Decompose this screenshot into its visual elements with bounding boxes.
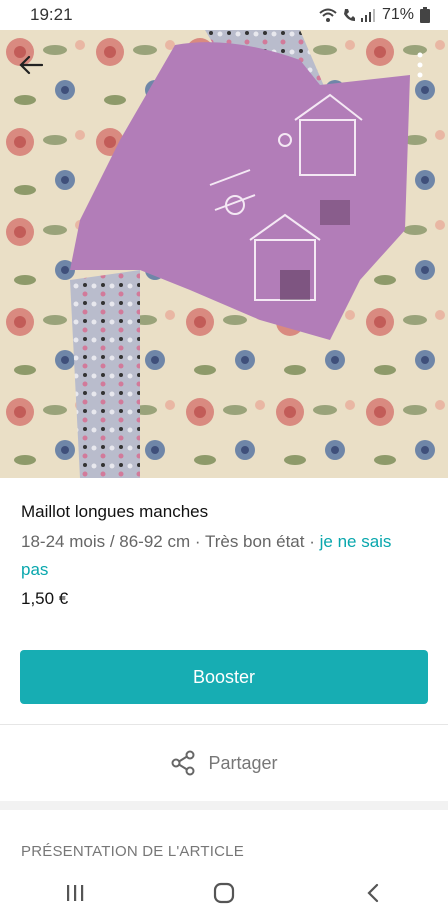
nav-back-button[interactable] bbox=[343, 873, 403, 913]
more-options-button[interactable] bbox=[410, 48, 430, 82]
call-icon bbox=[343, 9, 355, 21]
share-icon bbox=[171, 750, 195, 776]
product-photo[interactable] bbox=[0, 30, 448, 478]
booster-button[interactable]: Booster bbox=[20, 650, 428, 704]
home-button[interactable] bbox=[194, 873, 254, 913]
battery-percent: 71% bbox=[381, 6, 414, 23]
item-condition: Très bon état bbox=[204, 532, 305, 551]
item-title: Maillot longues manches bbox=[21, 502, 209, 521]
home-icon bbox=[213, 882, 235, 904]
wifi-icon bbox=[319, 8, 337, 22]
share-button[interactable]: Partager bbox=[0, 724, 448, 801]
section-title: PRÉSENTATION DE L'ARTICLE bbox=[21, 843, 244, 860]
recent-apps-button[interactable] bbox=[45, 873, 105, 913]
back-chevron-icon bbox=[367, 883, 379, 903]
recent-apps-icon bbox=[66, 885, 83, 901]
status-right: 71% bbox=[318, 6, 430, 24]
status-icons bbox=[318, 7, 376, 23]
signal-icon bbox=[360, 9, 375, 22]
arrow-left-icon bbox=[19, 55, 43, 75]
meta-separator: · bbox=[190, 532, 205, 551]
meta-separator: · bbox=[304, 532, 320, 551]
share-label: Partager bbox=[208, 752, 278, 773]
back-button[interactable] bbox=[14, 50, 48, 80]
system-nav-bar bbox=[0, 866, 448, 920]
battery-icon bbox=[420, 7, 430, 23]
product-image bbox=[0, 30, 448, 478]
item-info: Maillot longues manches 18-24 mois / 86-… bbox=[0, 478, 448, 724]
status-time: 19:21 bbox=[30, 5, 73, 24]
item-price: 1,50 € bbox=[21, 589, 69, 608]
item-meta: 18-24 mois / 86-92 cm · Très bon état · … bbox=[21, 528, 421, 584]
status-bar: 19:21 71% bbox=[0, 0, 448, 30]
item-size: 18-24 mois / 86-92 cm bbox=[21, 532, 191, 551]
more-vertical-icon bbox=[417, 52, 423, 78]
